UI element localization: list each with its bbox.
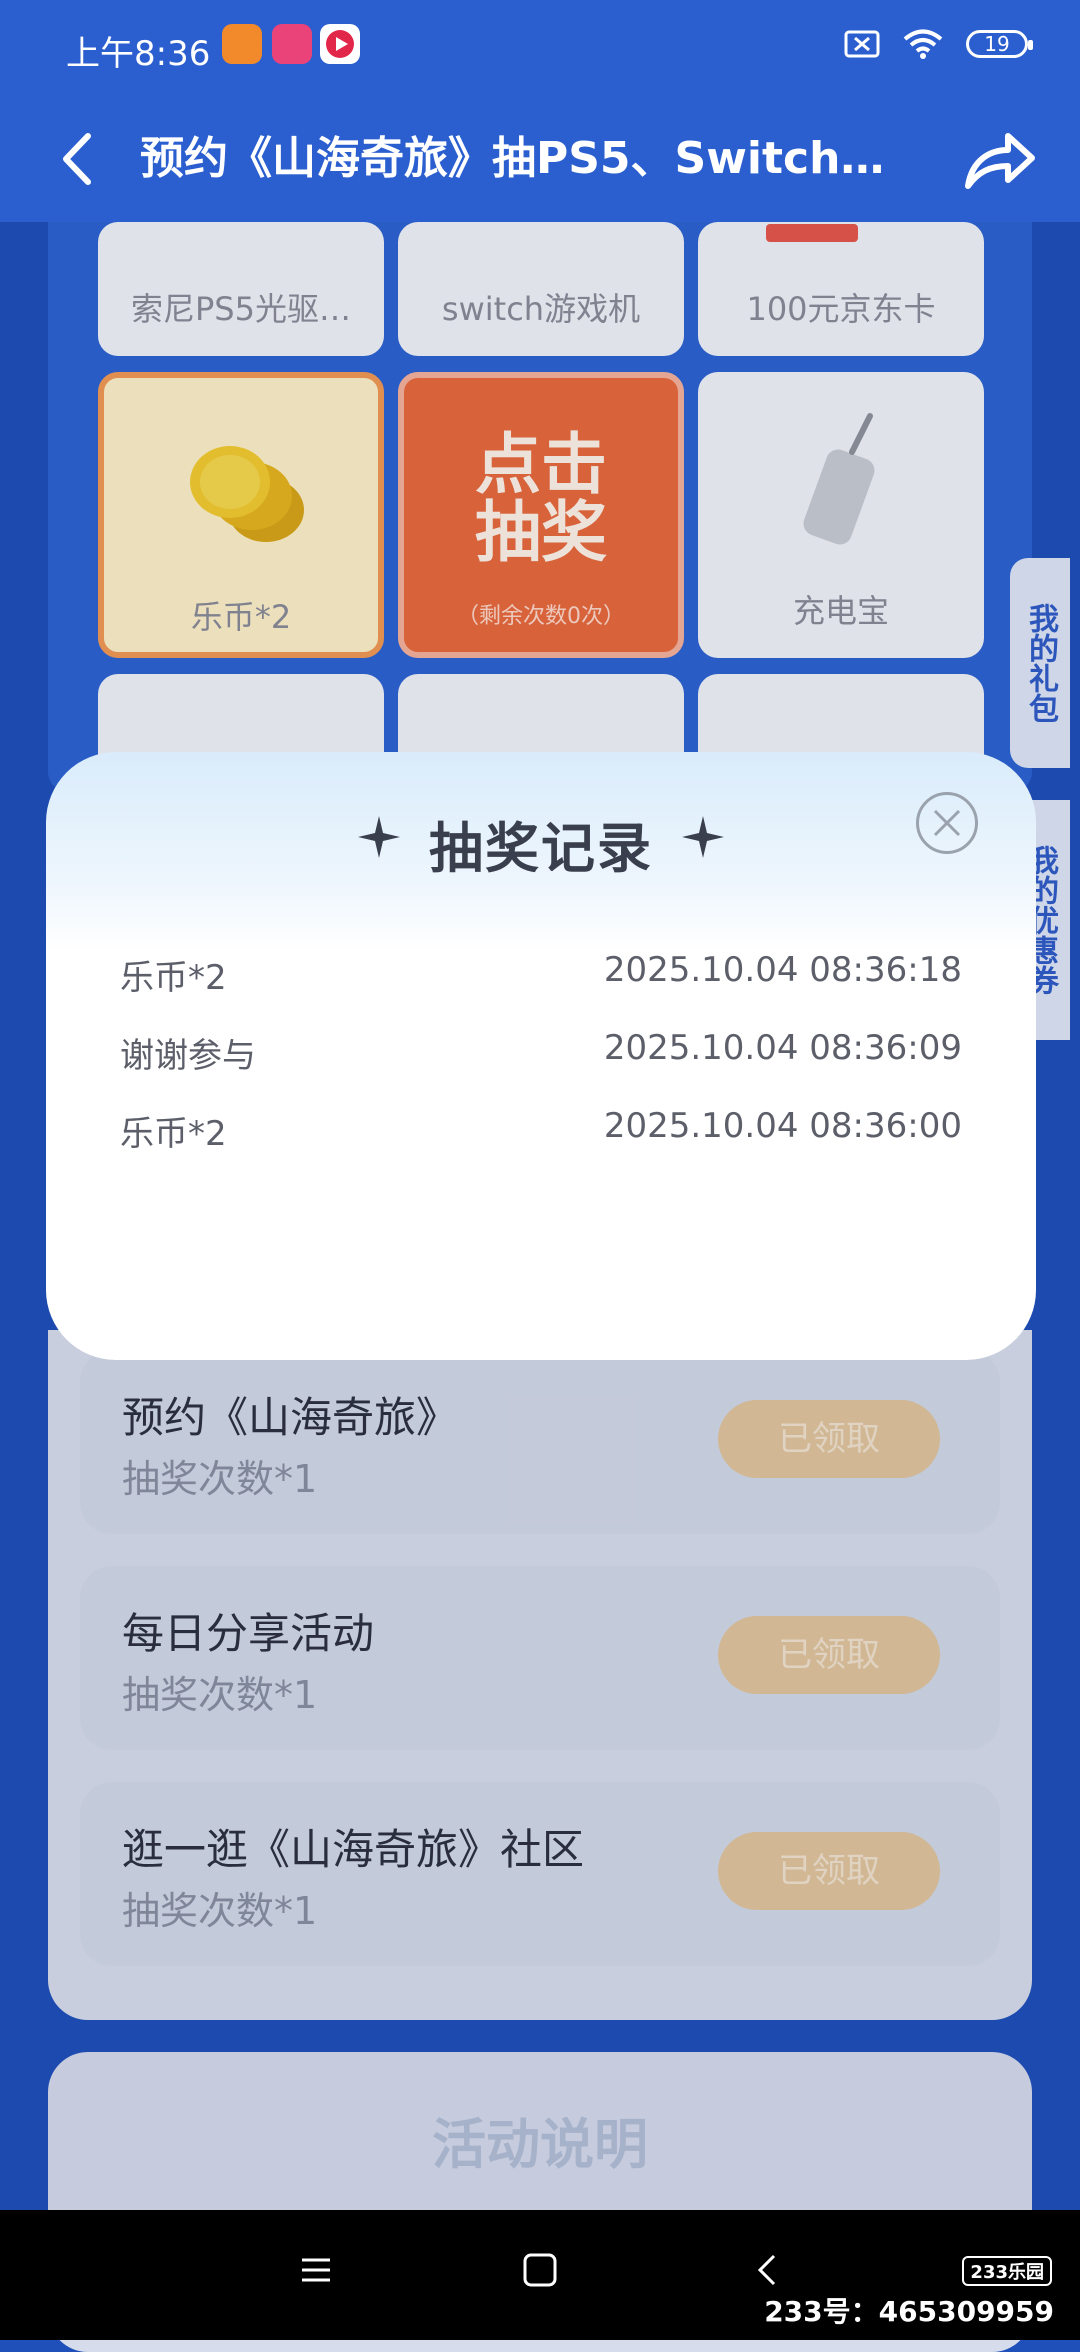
watermark-text: 233号：465309959 (764, 2295, 1054, 2328)
wifi-icon (903, 29, 943, 59)
record-time: 2025.10.04 08:36:09 (603, 1028, 962, 1068)
record-prize: 乐币*2 (120, 958, 227, 998)
page-title: 预约《山海奇旅》抽PS5、Switch… (140, 133, 885, 184)
video-app-notification-icon (272, 24, 312, 64)
share-icon[interactable] (956, 116, 1042, 202)
lottery-record-modal: 抽奖记录 乐币*2 2025.10.04 08:36:18 谢谢参与 2025.… (46, 752, 1036, 1360)
modal-title: 抽奖记录 (429, 817, 653, 880)
music-app-notification-icon (320, 24, 360, 64)
home-icon[interactable] (520, 2250, 560, 2290)
record-row: 乐币*2 2025.10.04 08:36:18 (120, 950, 962, 1010)
record-prize: 乐币*2 (120, 1114, 227, 1154)
status-bar: 上午8:36 19 (0, 0, 1080, 96)
sparkle-icon (682, 816, 724, 858)
close-button[interactable] (916, 792, 978, 854)
back-button[interactable] (44, 124, 114, 194)
header-bar: 预约《山海奇旅》抽PS5、Switch… (0, 96, 1080, 222)
sim-off-icon (844, 30, 880, 58)
record-time: 2025.10.04 08:36:18 (603, 950, 962, 990)
record-row: 乐币*2 2025.10.04 08:36:00 (120, 1106, 962, 1166)
app-notification-icon (222, 24, 262, 64)
close-icon (933, 809, 961, 837)
watermark-logo: 233乐园 (962, 2256, 1052, 2286)
back-nav-icon[interactable] (748, 2250, 788, 2290)
record-time: 2025.10.04 08:36:00 (603, 1106, 962, 1146)
menu-icon[interactable] (296, 2250, 336, 2290)
record-row: 谢谢参与 2025.10.04 08:36:09 (120, 1028, 962, 1088)
record-prize: 谢谢参与 (120, 1036, 256, 1076)
status-icons: 19 (844, 28, 1033, 60)
battery-icon: 19 (966, 30, 1033, 58)
status-time: 上午8:36 (66, 34, 211, 74)
